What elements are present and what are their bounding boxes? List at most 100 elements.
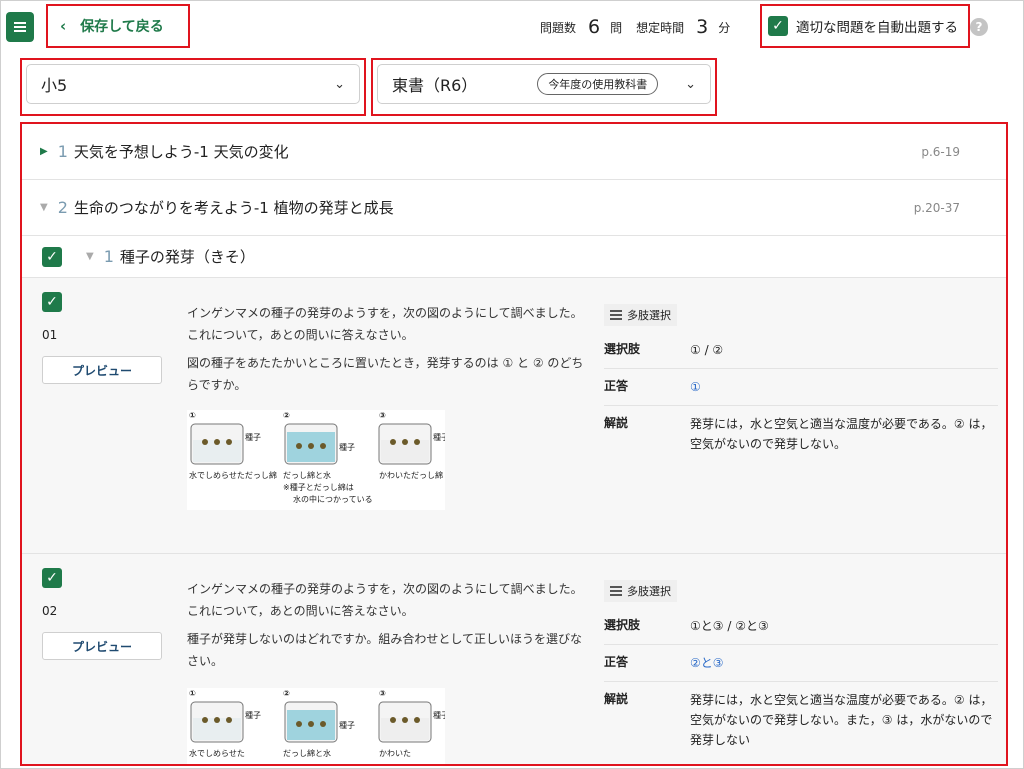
section-checkbox[interactable]: ✓ [42, 246, 62, 267]
grade-select-value: 小5 [41, 76, 68, 95]
figure-label: だっし綿と水 [283, 748, 331, 758]
chevron-down-icon: ⌄ [685, 76, 696, 92]
chapter-pages: p.20-37 [913, 200, 960, 215]
figure-label: ③ [379, 689, 386, 698]
choices-value: ①と③ / ②と③ [690, 619, 769, 633]
auto-assign-label: 適切な問題を自動出題する [796, 20, 958, 36]
figure-label: かわいただっし綿 [379, 470, 443, 480]
list-icon [610, 310, 622, 320]
answer-value: ②と③ [690, 656, 724, 670]
explanation-row: 解説 発芽には，水と空気と適当な温度が必要である。② は，空気がないので発芽しな… [604, 406, 998, 462]
grade-select[interactable]: 小5 ⌄ [26, 64, 360, 104]
collapse-triangle-icon[interactable]: ▼ [40, 202, 48, 213]
chapter-pages: p.6-19 [921, 144, 960, 159]
question-details: 多肢選択 選択肢 ①と③ / ②と③ 正答 ②と③ 解説 発芽には，水と空気と適… [604, 580, 998, 758]
figure-label: ② [283, 689, 290, 698]
choices-row: 選択肢 ①と③ / ②と③ [604, 608, 998, 645]
chevron-left-icon: ‹ [60, 17, 67, 35]
answer-label: 正答 [604, 379, 629, 393]
question-stats: 問題数 6 問 想定時間 3 分 [540, 16, 730, 38]
figure-label: ※種子とだっし綿は [283, 482, 354, 492]
expand-triangle-icon[interactable]: ▶ [40, 146, 48, 157]
question-details: 多肢選択 選択肢 ① / ② 正答 ① 解説 発芽には，水と空気と適当な温度が必… [604, 304, 998, 462]
figure-label: 水の中につかっている [293, 494, 373, 504]
question-type-badge: 多肢選択 [604, 580, 677, 602]
figure-label: ① [189, 689, 196, 698]
explanation-label: 解説 [604, 692, 629, 706]
textbook-select[interactable]: 東書（R6） 今年度の使用教科書 ⌄ [377, 64, 711, 104]
question-checkbox[interactable]: ✓ [42, 292, 62, 312]
choices-row: 選択肢 ① / ② [604, 332, 998, 369]
choices-label: 選択肢 [604, 342, 641, 356]
figure-label: ① [189, 411, 196, 420]
question-figure: ① ② ③ 種子 種子 種子 水でしめらせただっし綿 だっし綿 [187, 410, 449, 510]
question-prompt: 種子が発芽しないのはどれですか。組み合わせとして正しいほうを選びなさい。 [187, 632, 583, 668]
menu-button[interactable] [6, 12, 34, 42]
answer-row: 正答 ① [604, 369, 998, 406]
answer-value: ① [690, 380, 701, 394]
save-and-back-label: 保存して戻る [80, 19, 164, 35]
figure-label: 種子 [339, 720, 355, 730]
textbook-select-highlight: 東書（R6） 今年度の使用教科書 ⌄ [371, 58, 717, 116]
question-intro: インゲンマメの種子の発芽のようすを，次の図のようにして調べました。これについて，… [187, 306, 583, 342]
germination-figure: ① ② ③ 種子 種子 種子 水でしめらせた だっし綿と水 [189, 689, 449, 758]
chapter-number: 2 [57, 198, 68, 217]
auto-assign-toggle[interactable]: ✓ 適切な問題を自動出題する [760, 4, 970, 48]
preview-button[interactable]: プレビュー [42, 356, 162, 384]
figure-label: 種子 [339, 442, 355, 452]
question-text: インゲンマメの種子の発芽のようすを，次の図のようにして調べました。これについて，… [187, 302, 587, 402]
figure-label: 水でしめらせただっし綿 [189, 470, 277, 480]
question-number: 02 [42, 604, 58, 618]
time-label: 想定時間 [636, 20, 685, 35]
question-type-label: 多肢選択 [627, 585, 671, 598]
figure-label: だっし綿と水 [283, 470, 331, 480]
collapse-triangle-icon[interactable]: ▼ [86, 251, 94, 262]
figure-label: 種子 [245, 432, 261, 442]
time-unit: 分 [718, 20, 731, 35]
time-value: 3 [696, 16, 709, 38]
save-and-back-button[interactable]: ‹ 保存して戻る [46, 4, 190, 48]
question-prompt: 図の種子をあたたかいところに置いたとき，発芽するのは ① と ② のどちらですか… [187, 356, 584, 392]
help-icon[interactable]: ? [970, 18, 988, 36]
figure-label: 種子 [433, 432, 445, 442]
question-item: ✓ 01 プレビュー インゲンマメの種子の発芽のようすを，次の図のようにして調べ… [22, 278, 1006, 554]
choices-value: ① / ② [690, 343, 724, 357]
chapter-title: 天気を予想しよう-1 天気の変化 [73, 143, 289, 161]
choices-label: 選択肢 [604, 618, 641, 632]
chapter-title: 生命のつながりを考えよう-1 植物の発芽と成長 [73, 199, 394, 217]
chapter-number: 1 [57, 142, 68, 161]
chapter-row[interactable]: ▼ 2 生命のつながりを考えよう-1 植物の発芽と成長 p.20-37 [22, 180, 1006, 236]
hamburger-icon [14, 26, 26, 28]
question-tree: ▶ 1 天気を予想しよう-1 天気の変化 p.6-19 ▼ 2 生命のつながりを… [20, 122, 1008, 766]
question-meta: ✓ 02 [42, 568, 62, 618]
germination-figure: ① ② ③ 種子 種子 種子 水でしめらせただっし綿 だっし綿 [189, 411, 449, 504]
explanation-label: 解説 [604, 416, 629, 430]
explanation-text: 発芽には，水と空気と適当な温度が必要である。② は，空気がないので発芽しない。ま… [690, 693, 993, 747]
figure-label: 水でしめらせた [189, 748, 245, 758]
question-checkbox[interactable]: ✓ [42, 568, 62, 588]
figure-label: 種子 [433, 710, 445, 720]
chapter-row[interactable]: ▶ 1 天気を予想しよう-1 天気の変化 p.6-19 [22, 124, 1006, 180]
question-intro: インゲンマメの種子の発芽のようすを，次の図のようにして調べました。これについて，… [187, 582, 583, 618]
question-count: 6 [588, 16, 601, 38]
figure-label: 種子 [245, 710, 261, 720]
grade-select-highlight: 小5 ⌄ [20, 58, 366, 116]
question-text: インゲンマメの種子の発芽のようすを，次の図のようにして調べました。これについて，… [187, 578, 587, 678]
figure-label: ② [283, 411, 290, 420]
question-meta: ✓ 01 [42, 292, 62, 342]
figure-label: かわいた [379, 749, 411, 758]
explanation-row: 解説 発芽には，水と空気と適当な温度が必要である。② は，空気がないので発芽しな… [604, 682, 998, 758]
answer-label: 正答 [604, 655, 629, 669]
auto-assign-checkbox[interactable]: ✓ [768, 16, 788, 36]
explanation-text: 発芽には，水と空気と適当な温度が必要である。② は，空気がないので発芽しない。 [690, 417, 993, 451]
section-row[interactable]: ✓ ▼ 1 種子の発芽（きそ） [22, 236, 1006, 278]
textbook-select-value: 東書（R6） [392, 76, 478, 95]
question-type-label: 多肢選択 [627, 309, 671, 322]
current-textbook-badge: 今年度の使用教科書 [537, 73, 659, 95]
preview-button[interactable]: プレビュー [42, 632, 162, 660]
answer-row: 正答 ②と③ [604, 645, 998, 682]
figure-label: ③ [379, 411, 386, 420]
question-item: ✓ 02 プレビュー インゲンマメの種子の発芽のようすを，次の図のようにして調べ… [22, 554, 1006, 764]
question-type-badge: 多肢選択 [604, 304, 677, 326]
list-icon [610, 586, 622, 596]
